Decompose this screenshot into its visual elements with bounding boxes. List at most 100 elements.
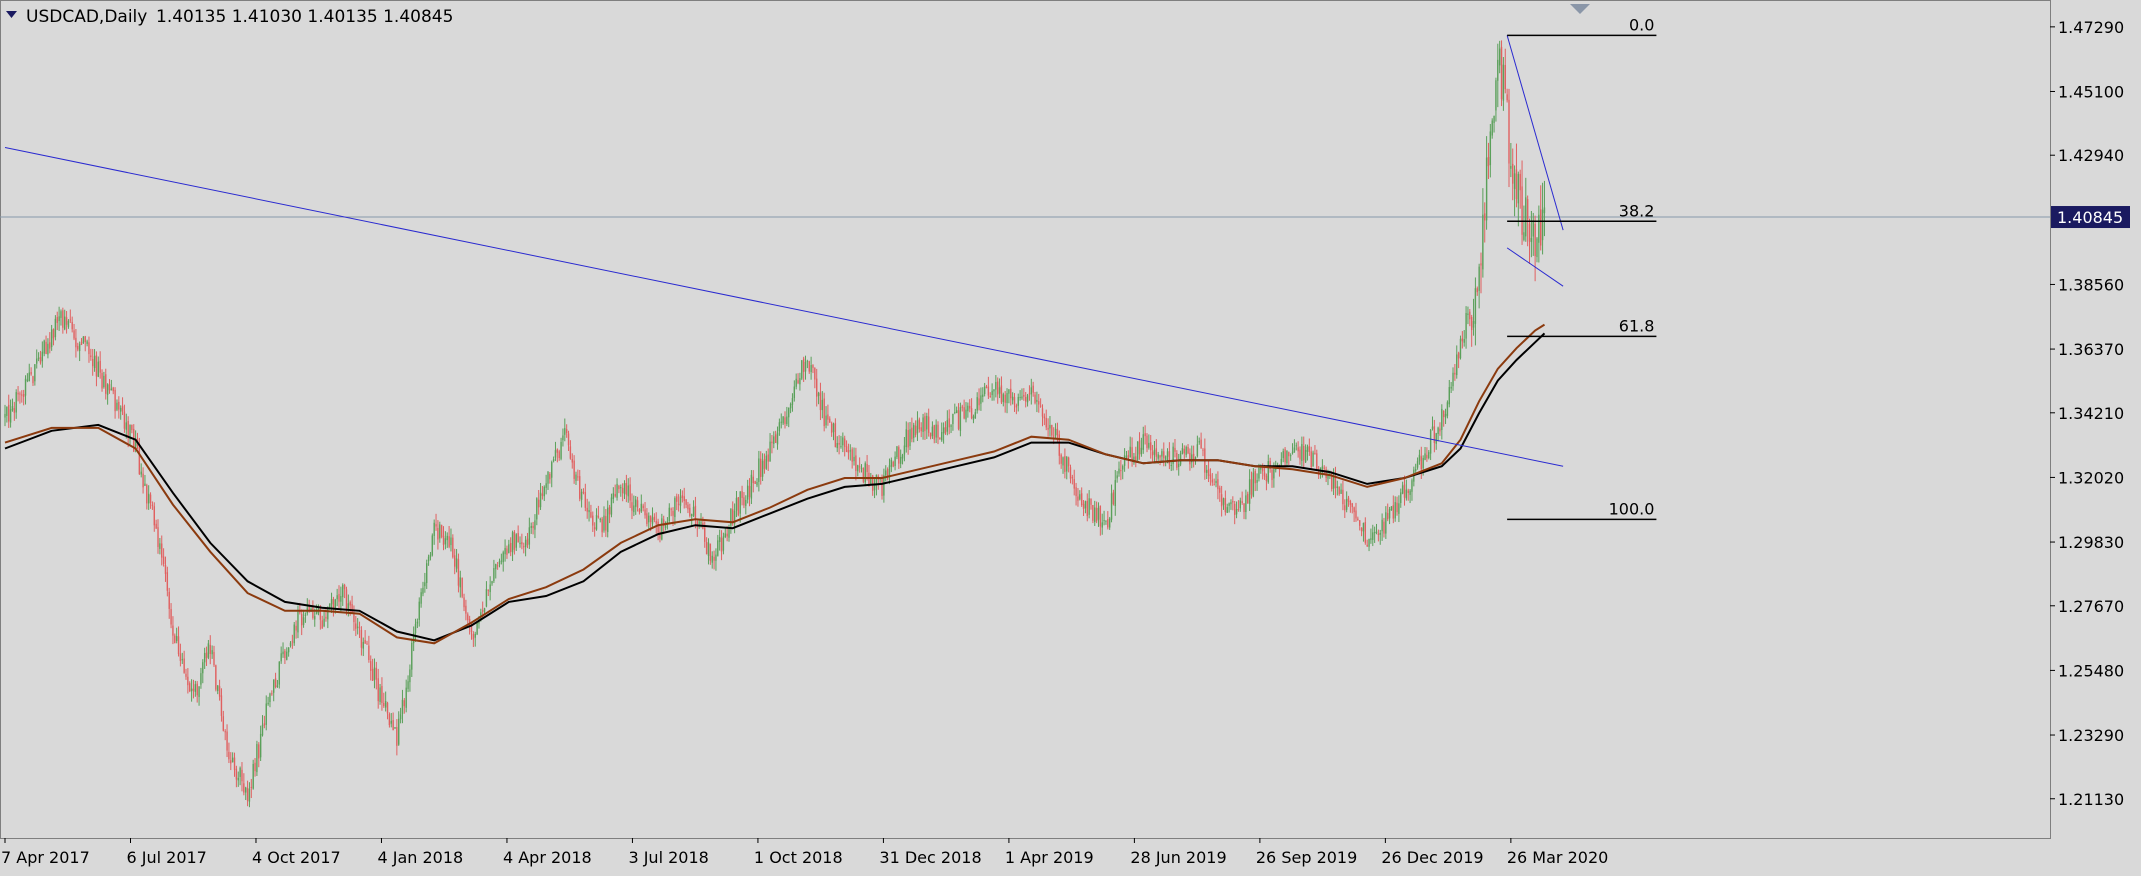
candle bbox=[537, 489, 540, 515]
candle-body bbox=[959, 407, 962, 431]
candle bbox=[1222, 497, 1225, 510]
candle bbox=[635, 495, 637, 515]
candle bbox=[1508, 88, 1510, 188]
candle bbox=[258, 742, 260, 768]
candle bbox=[1028, 385, 1031, 401]
candle bbox=[873, 479, 876, 499]
candle-body bbox=[830, 423, 833, 433]
candle bbox=[364, 630, 366, 644]
candle bbox=[198, 686, 200, 706]
candle bbox=[1461, 331, 1464, 349]
candle-body bbox=[342, 584, 344, 598]
candle bbox=[114, 387, 116, 419]
candle bbox=[69, 309, 72, 324]
candle-body bbox=[640, 503, 643, 512]
candle bbox=[1463, 330, 1465, 347]
candle bbox=[1107, 511, 1109, 530]
candle-body bbox=[1523, 232, 1525, 240]
candle bbox=[412, 626, 415, 652]
candle-body bbox=[1543, 207, 1546, 214]
candle-body bbox=[1247, 493, 1249, 504]
candle bbox=[623, 480, 626, 500]
candle bbox=[1540, 185, 1542, 251]
candle bbox=[554, 441, 557, 461]
candle-body bbox=[689, 507, 691, 516]
candle bbox=[916, 411, 919, 441]
candle-body bbox=[1248, 479, 1251, 504]
candle bbox=[1056, 422, 1059, 444]
candle-body bbox=[590, 512, 592, 518]
candle bbox=[1288, 451, 1290, 466]
candle bbox=[60, 309, 62, 326]
candle-body bbox=[797, 380, 799, 384]
candle bbox=[1442, 410, 1445, 427]
candle-body bbox=[1470, 317, 1473, 331]
candle bbox=[1228, 502, 1230, 513]
candle bbox=[1452, 367, 1454, 391]
candle bbox=[56, 311, 58, 331]
candle-body bbox=[709, 543, 712, 561]
candle bbox=[1495, 77, 1497, 122]
chart-window[interactable]: 0.0 38.2 61.8 100.0 1.47290 1.45100 1.42940 1.… bbox=[0, 0, 2141, 872]
candle bbox=[1241, 491, 1243, 505]
candle bbox=[692, 500, 695, 518]
candle-body bbox=[618, 485, 620, 490]
candle bbox=[448, 526, 450, 549]
candle-body bbox=[1431, 426, 1434, 429]
candle-body bbox=[1306, 446, 1309, 452]
candle bbox=[1293, 439, 1296, 453]
x-tick-label: 26 Sep 2019 bbox=[1256, 848, 1357, 867]
candle-body bbox=[926, 415, 928, 430]
candle bbox=[952, 413, 954, 431]
candle-body bbox=[73, 330, 75, 339]
candle-body bbox=[767, 454, 769, 462]
candle bbox=[284, 648, 286, 665]
candle-body bbox=[743, 497, 745, 506]
ohlc-values: 1.40135 1.41030 1.40135 1.40845 bbox=[156, 7, 453, 27]
candle-body bbox=[1052, 435, 1055, 437]
candle-body bbox=[610, 497, 613, 515]
candle bbox=[1235, 501, 1238, 519]
candle bbox=[230, 752, 232, 771]
candle-body bbox=[909, 429, 911, 447]
candle-body bbox=[508, 544, 510, 553]
candle-body bbox=[1243, 503, 1245, 513]
candlestick-chart[interactable]: 0.038.261.8100.0 1.472901.451001.429401.… bbox=[0, 0, 2141, 872]
candle bbox=[99, 351, 101, 379]
candle bbox=[877, 474, 879, 490]
candle-body bbox=[534, 520, 536, 530]
candle-body bbox=[1105, 520, 1107, 522]
candle-body bbox=[56, 317, 58, 323]
candle bbox=[1301, 436, 1303, 467]
candle bbox=[220, 688, 223, 722]
candle bbox=[142, 467, 144, 494]
candle bbox=[694, 496, 697, 529]
candle bbox=[832, 422, 835, 441]
candle-body bbox=[280, 653, 282, 662]
candle-body bbox=[1196, 444, 1199, 457]
candle bbox=[119, 405, 122, 420]
candle bbox=[1368, 538, 1370, 552]
candle-body bbox=[1528, 223, 1531, 242]
candle-body bbox=[793, 386, 796, 399]
candle bbox=[1136, 441, 1139, 463]
candle bbox=[1373, 526, 1376, 543]
candle bbox=[401, 689, 404, 724]
candle bbox=[276, 679, 279, 688]
candle-body bbox=[849, 450, 851, 452]
candle-body bbox=[1213, 484, 1215, 486]
candle-body bbox=[746, 485, 749, 500]
candle bbox=[1213, 478, 1215, 486]
candle-body bbox=[649, 515, 652, 522]
candle-body bbox=[950, 425, 952, 427]
candle-body bbox=[539, 492, 542, 508]
candle-body bbox=[1495, 80, 1497, 111]
candle bbox=[898, 445, 900, 469]
candle-body bbox=[49, 342, 51, 349]
candle bbox=[1196, 435, 1199, 458]
x-tick-label: 26 Mar 2020 bbox=[1507, 848, 1608, 867]
candle-body bbox=[112, 387, 114, 392]
candle bbox=[758, 450, 760, 492]
candle-body bbox=[780, 421, 782, 423]
candle bbox=[1060, 453, 1062, 469]
